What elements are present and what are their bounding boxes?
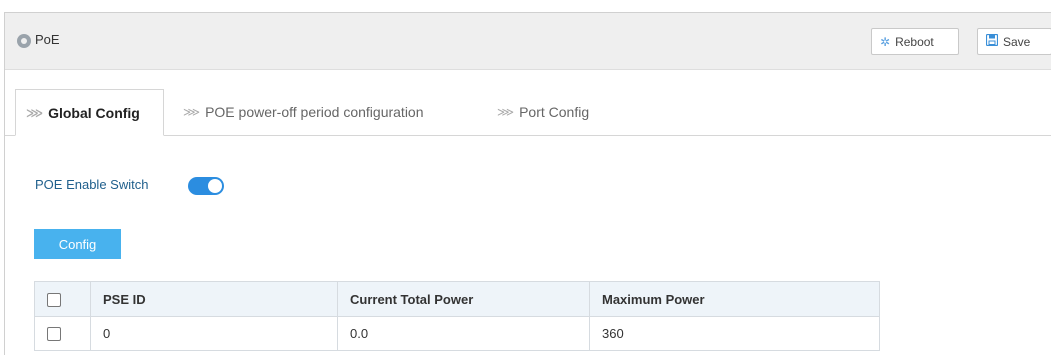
tab-global-config[interactable]: ⋙ Global Config (15, 89, 164, 136)
spinner-icon: ✲ (880, 34, 891, 49)
poe-panel: PoE ✲ Reboot Save ⋙ Global Config ⋙ POE … (4, 12, 1051, 355)
pse-table: PSE ID Current Total Power Maximum Power… (34, 281, 880, 351)
row-select-cell (34, 316, 91, 351)
toggle-knob (208, 179, 222, 193)
current-total-power-cell: 0.0 (337, 316, 590, 351)
select-all-cell (34, 281, 91, 317)
column-header: PSE ID (90, 281, 338, 317)
chevron-right-icon: ⋙ (183, 105, 201, 119)
column-header: Current Total Power (337, 281, 590, 317)
floppy-disk-icon (985, 33, 999, 49)
save-label: Save (1003, 34, 1031, 49)
reboot-label: Reboot (895, 34, 934, 49)
maximum-power-cell: 360 (589, 316, 880, 351)
table-header-row: PSE ID Current Total Power Maximum Power (34, 281, 880, 317)
reboot-button[interactable]: ✲ Reboot (871, 28, 959, 55)
page-title: PoE (35, 32, 60, 47)
pse-id-cell: 0 (90, 316, 338, 351)
tab-port-config[interactable]: ⋙ Port Config (497, 89, 589, 135)
tab-label: POE power-off period configuration (205, 104, 424, 120)
select-all-checkbox[interactable] (47, 292, 61, 307)
save-button[interactable]: Save (977, 28, 1051, 55)
chevron-right-icon: ⋙ (26, 105, 44, 120)
poe-enable-switch-label: POE Enable Switch (35, 177, 149, 192)
column-header: Maximum Power (589, 281, 880, 317)
tab-label: Port Config (519, 104, 590, 120)
tab-label: Global Config (48, 104, 140, 121)
tab-bar: ⋙ Global Config ⋙ POE power-off period c… (5, 89, 1051, 136)
location-pin-icon (17, 34, 31, 48)
config-button[interactable]: Config (34, 229, 121, 259)
table-row[interactable]: 0 0.0 360 (34, 316, 880, 351)
poe-enable-toggle[interactable] (188, 177, 224, 195)
row-checkbox[interactable] (47, 327, 61, 342)
panel-header: PoE ✲ Reboot Save (5, 13, 1051, 70)
tab-poe-power-off-period[interactable]: ⋙ POE power-off period configuration (183, 89, 424, 135)
chevron-right-icon: ⋙ (497, 105, 515, 119)
